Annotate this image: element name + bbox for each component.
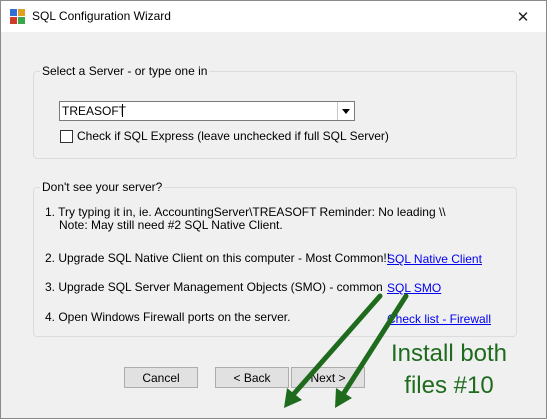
annotation-line1: Install both: [390, 340, 508, 367]
annotation-line2: files #10: [404, 372, 494, 399]
